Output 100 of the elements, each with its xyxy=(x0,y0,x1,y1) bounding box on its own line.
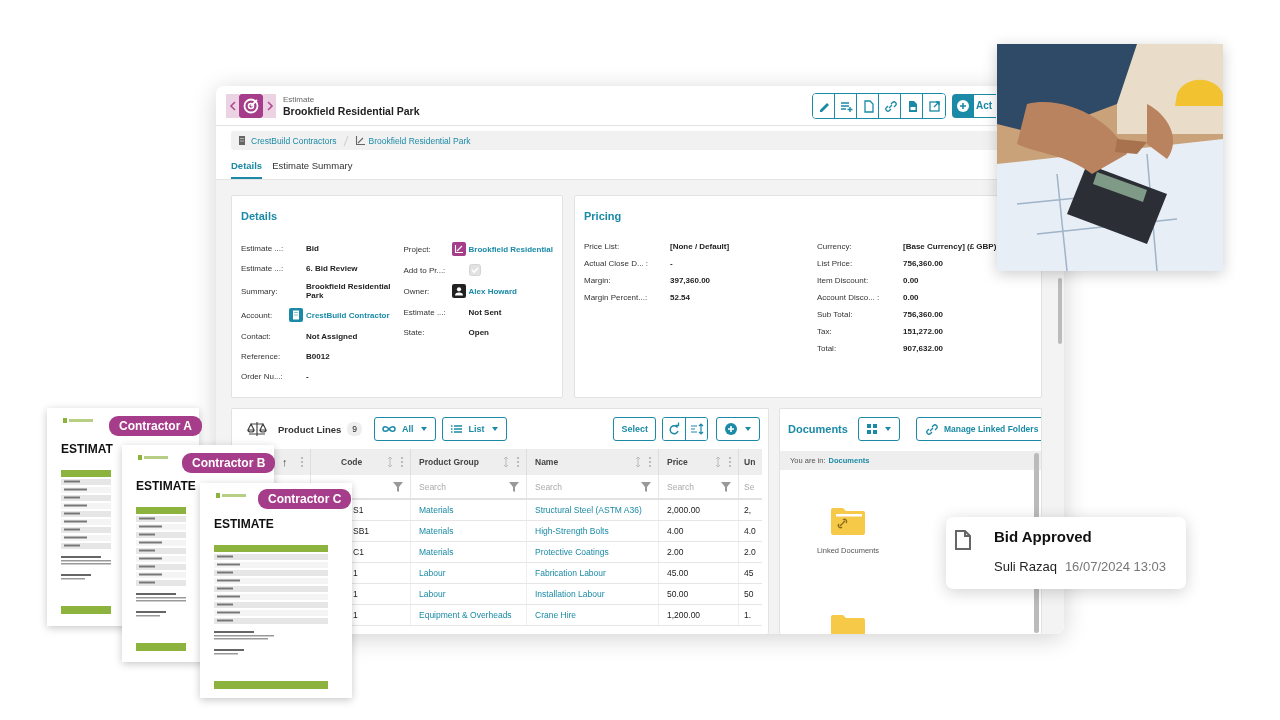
field-value: Bid xyxy=(306,243,319,253)
search-field[interactable]: Search xyxy=(419,481,508,492)
infinity-icon[interactable] xyxy=(382,423,397,435)
table-cell: SB1 xyxy=(353,526,370,536)
sort-handle-icon[interactable] xyxy=(502,456,510,468)
table-link[interactable]: Installation Labour xyxy=(535,589,605,599)
record-type-label: Estimate xyxy=(283,94,316,104)
field-label: Summary: xyxy=(241,286,279,296)
caret-icon[interactable] xyxy=(883,425,892,433)
field-value: - xyxy=(670,259,674,268)
table-link[interactable]: Labour xyxy=(419,568,446,578)
external-link-icon[interactable] xyxy=(927,98,941,113)
notification-title: Bid Approved xyxy=(994,528,1093,545)
view-dropdown[interactable]: List xyxy=(441,417,507,441)
sort-arrow[interactable]: ↑ xyxy=(282,456,288,468)
list-icon[interactable] xyxy=(449,423,463,435)
column-header[interactable]: Price xyxy=(667,457,688,467)
chevron-left-icon[interactable] xyxy=(227,98,238,113)
table-cell: 2, xyxy=(744,505,752,515)
author-name: Suli Razaq xyxy=(994,559,1057,574)
document-heading: ESTIMAT xyxy=(61,442,114,456)
record-link[interactable]: Brookfield Residential xyxy=(468,244,553,254)
filter-icon[interactable] xyxy=(508,480,520,493)
add-dropdown[interactable] xyxy=(716,417,760,441)
field-label: Sub Total: xyxy=(817,310,854,319)
next-button[interactable] xyxy=(263,93,276,118)
timestamp: 16/07/2024 13:03 xyxy=(1064,559,1167,574)
field-value: B0012 xyxy=(306,351,330,361)
field-value: 907,632.00 xyxy=(903,344,945,353)
filter-dropdown[interactable]: All xyxy=(374,417,436,441)
actions-button[interactable]: Act xyxy=(952,93,996,118)
table-link[interactable]: Materials xyxy=(419,505,454,515)
filter-icon[interactable] xyxy=(720,480,732,493)
card-title: Details xyxy=(241,210,278,222)
document-logo-icon xyxy=(138,455,168,461)
field-label: Tax: xyxy=(817,327,833,336)
search-field[interactable]: Search xyxy=(667,481,720,492)
field-value: Brookfield Residential Park xyxy=(306,282,392,300)
scale-icon xyxy=(246,420,268,438)
table-link[interactable]: Structural Steel (ASTM A36) xyxy=(535,505,642,515)
contractor-tag: Contractor A xyxy=(109,416,202,436)
breadcrumb-link[interactable]: CrestBuild Contractors xyxy=(251,135,337,146)
table-link[interactable]: Protective Coatings xyxy=(535,547,609,557)
field-value: 0.00 xyxy=(903,276,920,285)
sort-handle-icon[interactable] xyxy=(386,456,394,468)
chevron-right-icon[interactable] xyxy=(264,98,275,113)
plus-icon[interactable] xyxy=(956,98,970,113)
linked-folder-icon[interactable] xyxy=(830,506,866,536)
column-header[interactable]: Code xyxy=(341,457,363,467)
record-link[interactable]: Alex Howard xyxy=(468,286,517,296)
table-cell: 2.0 xyxy=(744,547,756,557)
caret-icon[interactable] xyxy=(744,425,752,433)
document-logo-icon xyxy=(63,418,93,424)
view-mode-dropdown[interactable] xyxy=(857,417,900,441)
field-value: Not Sent xyxy=(468,307,502,317)
table-link[interactable]: Materials xyxy=(419,526,454,536)
link-icon[interactable] xyxy=(923,422,938,436)
table-link[interactable]: Fabrication Labour xyxy=(535,568,606,578)
plus-icon[interactable] xyxy=(724,422,738,436)
breadcrumb-link[interactable]: Brookfield Residential Park xyxy=(368,135,471,146)
column-header[interactable]: Name xyxy=(535,457,559,467)
grid-icon[interactable] xyxy=(865,423,878,435)
field-value: [Base Currency] (£ GBP) xyxy=(903,242,997,251)
search-field[interactable]: Search xyxy=(535,481,640,492)
record-link[interactable]: CrestBuild Contractor xyxy=(306,310,390,320)
manage-linked-folders-button[interactable]: Manage Linked Folders xyxy=(915,417,1041,441)
select-button[interactable]: Select xyxy=(613,417,656,441)
scrollbar-thumb[interactable] xyxy=(1058,278,1062,344)
field-label: Margin: xyxy=(584,276,612,285)
link-icon[interactable] xyxy=(882,98,897,113)
column-header[interactable]: Product Group xyxy=(419,457,479,467)
sort-handle-icon[interactable] xyxy=(714,456,722,468)
filter-icon[interactable] xyxy=(640,480,652,493)
document-logo-icon xyxy=(216,493,246,499)
field-label: Price List: xyxy=(584,242,621,251)
column-header[interactable]: Un xyxy=(744,457,756,467)
previous-button[interactable] xyxy=(226,93,239,118)
edit-button[interactable] xyxy=(813,93,835,118)
field-value: Not Assigned xyxy=(306,331,358,341)
field-value: 397,360.00 xyxy=(670,276,712,285)
field-label: List Price: xyxy=(817,259,854,268)
table-cell: 45.00 xyxy=(667,568,689,578)
actions-label[interactable]: Act xyxy=(974,94,996,117)
tab[interactable]: Estimate Summary xyxy=(272,158,353,179)
field-label: Total: xyxy=(817,344,838,353)
table-link[interactable]: Crane Hire xyxy=(535,610,577,620)
person-icon xyxy=(451,284,466,298)
table-cell: 4.0 xyxy=(744,526,756,536)
table-link[interactable]: High-Strength Bolts xyxy=(535,526,609,536)
table-link[interactable]: Equipment & Overheads xyxy=(419,610,512,620)
caret-icon[interactable] xyxy=(490,425,499,433)
field-label: Actual Close D... : xyxy=(584,259,650,268)
table-link[interactable]: Labour xyxy=(419,589,446,599)
search-field[interactable]: Se xyxy=(744,481,762,492)
sort-handle-icon[interactable] xyxy=(634,456,642,468)
caret-icon[interactable] xyxy=(419,425,428,433)
table-link[interactable]: Materials xyxy=(419,547,454,557)
field-label: Currency: xyxy=(817,242,853,251)
card-title: Documents xyxy=(788,423,848,435)
filter-icon[interactable] xyxy=(392,480,404,493)
